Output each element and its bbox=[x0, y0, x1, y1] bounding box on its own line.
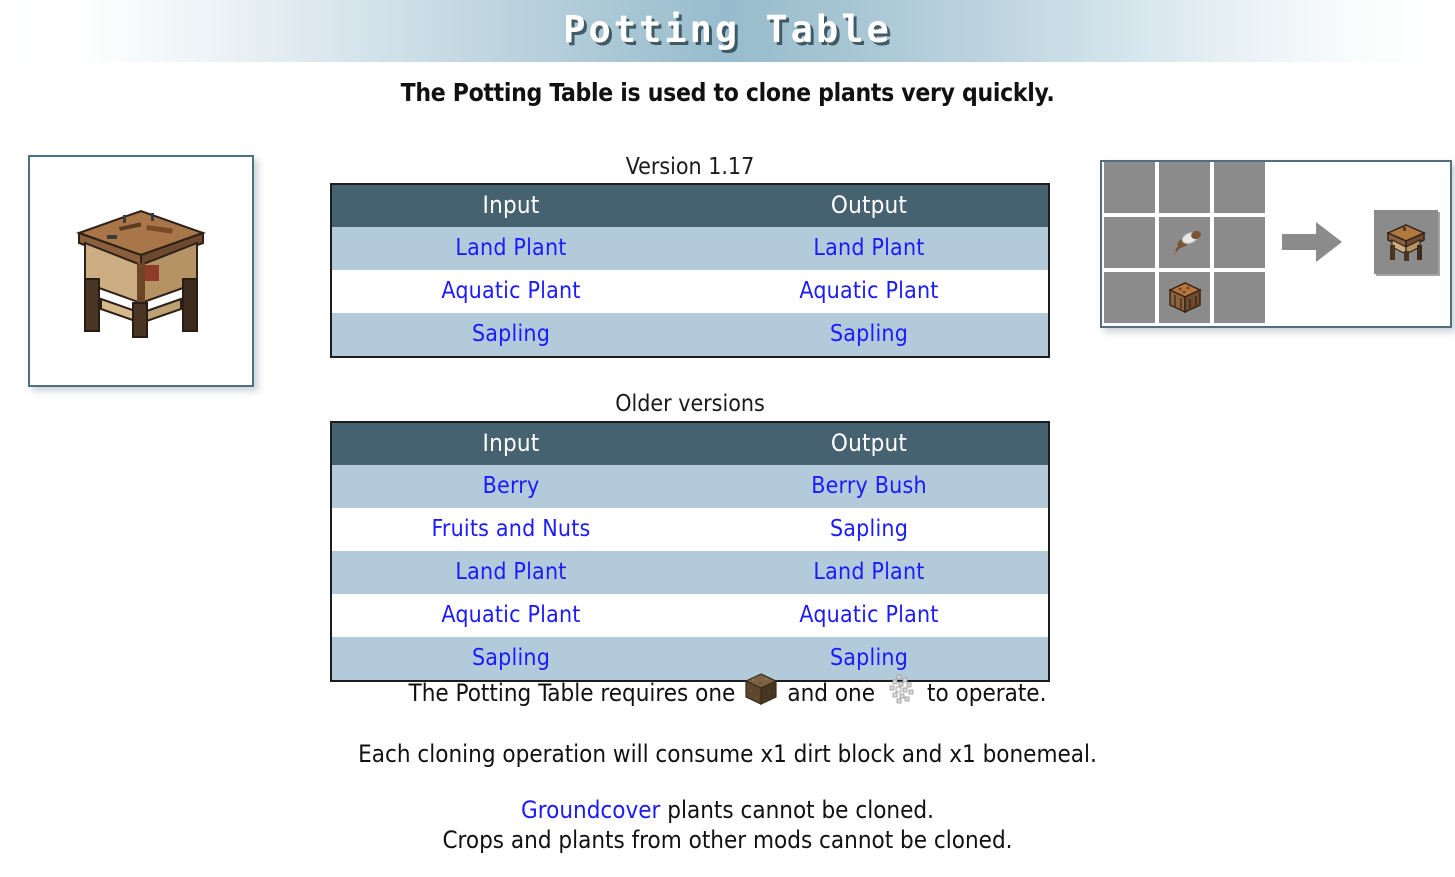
crafting-table-icon bbox=[1167, 281, 1202, 313]
recipe-tables: Version 1.17 Input Output Land Plant Lan… bbox=[330, 154, 1050, 682]
crafting-slot-4 bbox=[1159, 217, 1210, 268]
crafting-grid bbox=[1104, 162, 1265, 323]
crafting-slot-7 bbox=[1159, 272, 1210, 323]
table-row: Aquatic Plant Aquatic Plant bbox=[331, 270, 1049, 314]
table-caption-version: Version 1.17 bbox=[625, 154, 755, 180]
table-row: Aquatic Plant Aquatic Plant bbox=[331, 593, 1049, 637]
cell-input: Aquatic Plant bbox=[331, 270, 690, 314]
cell-output: Aquatic Plant bbox=[690, 593, 1049, 637]
requirement-text-pre: The Potting Table requires one bbox=[408, 678, 736, 707]
cell-output: Berry Bush bbox=[690, 464, 1049, 508]
table-row: Sapling Sapling bbox=[331, 313, 1049, 358]
crafting-slot-8 bbox=[1214, 272, 1265, 323]
page-banner: Potting Table bbox=[0, 0, 1455, 62]
recipe-table-current: Input Output Land Plant Land Plant Aquat… bbox=[330, 183, 1050, 359]
column-header-output: Output bbox=[690, 184, 1049, 228]
column-header-output: Output bbox=[690, 421, 1049, 465]
footer-notes: The Potting Table requires one and one t… bbox=[0, 672, 1455, 855]
table-header-row: Input Output bbox=[331, 421, 1049, 465]
cell-input: Fruits and Nuts bbox=[331, 507, 690, 551]
table-spacer bbox=[330, 358, 1050, 392]
cell-output: Land Plant bbox=[690, 227, 1049, 271]
potting-table-image-card bbox=[28, 155, 254, 387]
cell-output: Sapling bbox=[690, 507, 1049, 551]
feather-icon bbox=[1172, 230, 1201, 255]
crafting-slot-6 bbox=[1104, 272, 1155, 323]
requirement-line: The Potting Table requires one and one t… bbox=[0, 672, 1455, 713]
page-subtitle: The Potting Table is used to clone plant… bbox=[400, 78, 1055, 107]
bonemeal-icon bbox=[884, 672, 918, 713]
crafting-slot-2 bbox=[1214, 162, 1265, 213]
notes-spacer-1 bbox=[0, 713, 1455, 739]
arrow-right-icon bbox=[1282, 222, 1342, 262]
table-header-row: Input Output bbox=[331, 184, 1049, 228]
table-caption-older: Older versions bbox=[615, 391, 765, 418]
page-title: Potting Table bbox=[563, 7, 892, 51]
potting-table-output-icon bbox=[1386, 224, 1426, 261]
cell-input: Aquatic Plant bbox=[331, 593, 690, 637]
cell-input: Land Plant bbox=[331, 227, 690, 271]
cell-output: Aquatic Plant bbox=[690, 270, 1049, 314]
potting-table-render-icon bbox=[76, 209, 206, 338]
notes-spacer-2 bbox=[0, 769, 1455, 795]
crafting-slot-0 bbox=[1104, 162, 1155, 213]
requirement-text-post: to operate. bbox=[927, 678, 1047, 707]
column-header-input: Input bbox=[331, 421, 690, 465]
table-row: Land Plant Land Plant bbox=[331, 550, 1049, 594]
requirement-text-mid: and one bbox=[787, 678, 876, 707]
table-row: Fruits and Nuts Sapling bbox=[331, 507, 1049, 551]
column-header-input: Input bbox=[331, 184, 690, 228]
crafting-recipe-card bbox=[1100, 160, 1452, 328]
cell-output: Sapling bbox=[690, 313, 1049, 358]
cell-input: Land Plant bbox=[331, 550, 690, 594]
consumption-note: Each cloning operation will consume x1 d… bbox=[358, 740, 1097, 768]
other-mods-note: Crops and plants from other mods cannot … bbox=[442, 826, 1013, 854]
crafting-slot-3 bbox=[1104, 217, 1155, 268]
groundcover-note: Groundcover plants cannot be cloned. bbox=[0, 795, 1455, 825]
table-row: Berry Berry Bush bbox=[331, 464, 1049, 508]
dirt-block-icon bbox=[744, 672, 778, 713]
groundcover-note-rest: plants cannot be cloned. bbox=[660, 796, 934, 824]
crafting-output-slot bbox=[1374, 210, 1438, 274]
table-row: Land Plant Land Plant bbox=[331, 227, 1049, 271]
crafting-slot-1 bbox=[1159, 162, 1210, 213]
cell-output: Land Plant bbox=[690, 550, 1049, 594]
cell-input: Sapling bbox=[331, 313, 690, 358]
groundcover-link[interactable]: Groundcover bbox=[521, 796, 660, 824]
recipe-table-older: Input Output Berry Berry Bush Fruits and… bbox=[330, 420, 1050, 682]
crafting-slot-5 bbox=[1214, 217, 1265, 268]
cell-input: Berry bbox=[331, 464, 690, 508]
